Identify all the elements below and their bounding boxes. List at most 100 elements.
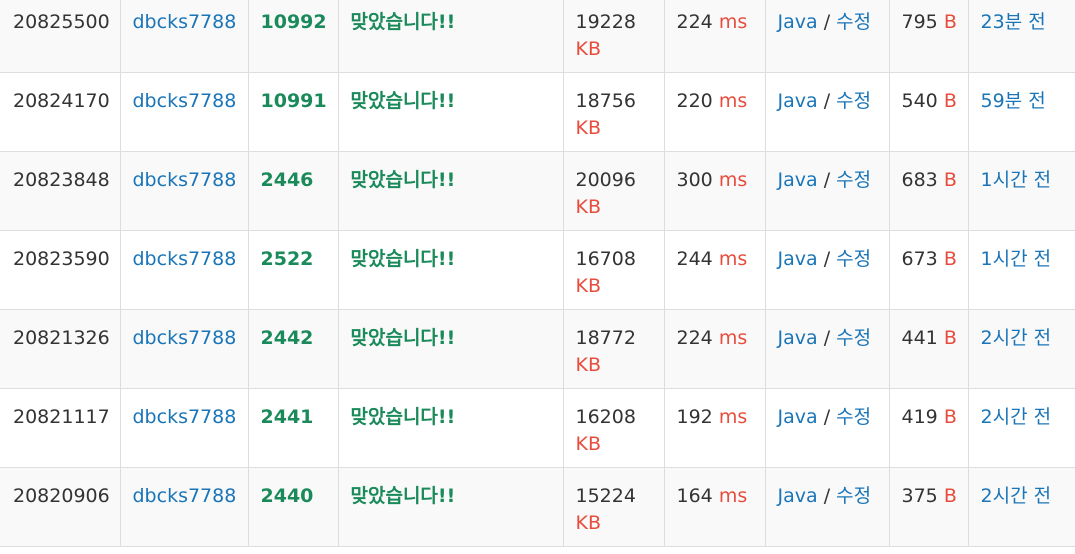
problem-link[interactable]: 2440	[261, 485, 314, 507]
submitted-time-link[interactable]: 59분 전	[981, 90, 1046, 112]
problem-link[interactable]: 2446	[261, 169, 314, 191]
time-unit: ms	[718, 248, 748, 270]
time-cell: 164 ms	[663, 467, 766, 547]
submitted-time-cell: 1시간 전	[967, 230, 1075, 310]
result-cell: 맞았습니다!!	[337, 72, 564, 152]
result-text: 맞았습니다!!	[350, 90, 456, 112]
submitted-time-link[interactable]: 23분 전	[981, 11, 1046, 33]
edit-link[interactable]: 수정	[836, 485, 871, 507]
language-separator: /	[823, 11, 831, 33]
language-link[interactable]: Java	[778, 169, 818, 191]
submitted-time-link[interactable]: 2시간 전	[981, 327, 1052, 349]
problem-cell: 2441	[247, 388, 339, 468]
memory-value: 19228	[575, 11, 636, 33]
code-length-unit: B	[943, 90, 957, 112]
submitted-time-link[interactable]: 2시간 전	[981, 485, 1052, 507]
result-text: 맞았습니다!!	[350, 169, 456, 191]
language-link[interactable]: Java	[778, 485, 818, 507]
user-link[interactable]: dbcks7788	[133, 406, 237, 428]
result-text: 맞았습니다!!	[350, 11, 456, 33]
time-unit: ms	[718, 169, 748, 191]
language-link[interactable]: Java	[778, 11, 818, 33]
user-cell: dbcks7788	[119, 72, 249, 152]
submitted-time-link[interactable]: 1시간 전	[981, 248, 1052, 270]
language-cell: Java / 수정	[764, 0, 890, 73]
edit-link[interactable]: 수정	[836, 90, 871, 112]
language-separator: /	[823, 169, 831, 191]
problem-cell: 10991	[247, 72, 339, 152]
code-length-value: 375	[901, 485, 938, 507]
user-cell: dbcks7788	[119, 230, 249, 310]
language-cell: Java / 수정	[764, 72, 890, 152]
problem-link[interactable]: 10992	[261, 11, 327, 33]
submission-id: 20823848	[13, 169, 110, 191]
language-separator: /	[823, 327, 831, 349]
time-value: 300	[676, 169, 713, 191]
memory-value: 16708	[575, 248, 636, 270]
language-link[interactable]: Java	[778, 90, 818, 112]
table-row: 20825500 dbcks7788 10992 맞았습니다!! 19228 KB…	[0, 0, 1075, 73]
language-separator: /	[823, 90, 831, 112]
memory-cell: 18756 KB	[562, 72, 665, 152]
result-cell: 맞았습니다!!	[337, 388, 564, 468]
user-link[interactable]: dbcks7788	[133, 485, 237, 507]
code-length-cell: 540 B	[888, 72, 969, 152]
language-separator: /	[823, 485, 831, 507]
code-length-unit: B	[943, 248, 957, 270]
submitted-time-link[interactable]: 1시간 전	[981, 169, 1052, 191]
user-link[interactable]: dbcks7788	[133, 248, 237, 270]
code-length-cell: 683 B	[888, 151, 969, 231]
code-length-cell: 795 B	[888, 0, 969, 73]
language-link[interactable]: Java	[778, 248, 818, 270]
language-link[interactable]: Java	[778, 327, 818, 349]
problem-link[interactable]: 2442	[261, 327, 314, 349]
memory-value: 15224	[575, 485, 636, 507]
user-cell: dbcks7788	[119, 309, 249, 389]
memory-unit: KB	[575, 275, 602, 297]
edit-link[interactable]: 수정	[836, 406, 871, 428]
memory-cell: 20096 KB	[562, 151, 665, 231]
submission-id: 20825500	[13, 11, 110, 33]
edit-link[interactable]: 수정	[836, 11, 871, 33]
memory-cell: 19228 KB	[562, 0, 665, 73]
language-cell: Java / 수정	[764, 151, 890, 231]
table-row: 20824170 dbcks7788 10991 맞았습니다!! 18756 KB…	[0, 72, 1075, 152]
edit-link[interactable]: 수정	[836, 169, 871, 191]
submission-id: 20823590	[13, 248, 110, 270]
submitted-time-cell: 2시간 전	[967, 467, 1075, 547]
user-link[interactable]: dbcks7788	[133, 327, 237, 349]
problem-cell: 2440	[247, 467, 339, 547]
result-text: 맞았습니다!!	[350, 406, 456, 428]
problem-link[interactable]: 10991	[261, 90, 327, 112]
code-length-unit: B	[943, 327, 957, 349]
time-value: 192	[676, 406, 713, 428]
edit-link[interactable]: 수정	[836, 248, 871, 270]
table-row: 20821326 dbcks7788 2442 맞았습니다!! 18772 KB …	[0, 309, 1075, 389]
submission-id: 20821326	[13, 327, 110, 349]
edit-link[interactable]: 수정	[836, 327, 871, 349]
result-text: 맞았습니다!!	[350, 327, 456, 349]
memory-unit: KB	[575, 433, 602, 455]
time-unit: ms	[718, 327, 748, 349]
submission-id-cell: 20820906	[0, 467, 121, 547]
code-length-unit: B	[943, 406, 957, 428]
time-unit: ms	[718, 90, 748, 112]
submitted-time-link[interactable]: 2시간 전	[981, 406, 1052, 428]
memory-value: 16208	[575, 406, 636, 428]
time-cell: 220 ms	[663, 72, 766, 152]
language-separator: /	[823, 406, 831, 428]
problem-link[interactable]: 2522	[261, 248, 314, 270]
submitted-time-cell: 2시간 전	[967, 388, 1075, 468]
status-table: 20825500 dbcks7788 10992 맞았습니다!! 19228 KB…	[0, 0, 1075, 547]
user-cell: dbcks7788	[119, 467, 249, 547]
user-link[interactable]: dbcks7788	[133, 169, 237, 191]
user-link[interactable]: dbcks7788	[133, 11, 237, 33]
problem-link[interactable]: 2441	[261, 406, 314, 428]
user-link[interactable]: dbcks7788	[133, 90, 237, 112]
user-cell: dbcks7788	[119, 151, 249, 231]
language-link[interactable]: Java	[778, 406, 818, 428]
memory-cell: 16708 KB	[562, 230, 665, 310]
time-cell: 244 ms	[663, 230, 766, 310]
result-cell: 맞았습니다!!	[337, 467, 564, 547]
submission-id-cell: 20823590	[0, 230, 121, 310]
